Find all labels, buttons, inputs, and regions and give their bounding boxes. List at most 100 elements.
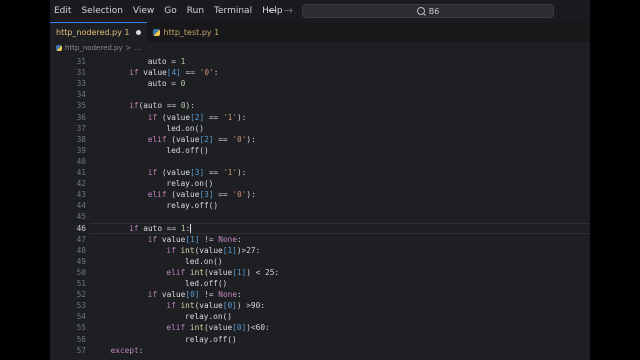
- code-line[interactable]: except:: [111, 345, 144, 356]
- code-line[interactable]: if auto == 1:: [129, 223, 192, 234]
- breadcrumb-file[interactable]: http_nodered.py: [65, 44, 123, 52]
- line-number: 42: [76, 179, 86, 189]
- code-line[interactable]: auto = 0: [148, 78, 186, 89]
- code-line[interactable]: if int(value[1])>27:: [166, 245, 260, 256]
- unsaved-dot-icon[interactable]: [135, 30, 141, 35]
- code-token: value: [143, 68, 167, 78]
- code-token: ):: [246, 134, 256, 144]
- python-file-icon: [152, 28, 160, 36]
- search-icon: [416, 7, 425, 15]
- code-token: :: [213, 68, 219, 78]
- code-token: int: [189, 323, 204, 333]
- code-line[interactable]: relay.on(): [185, 311, 232, 322]
- forward-arrow-icon[interactable]: →: [284, 4, 293, 17]
- code-token: (value: [171, 134, 200, 144]
- code-token: ==: [218, 190, 233, 200]
- code-token: )>27:: [236, 245, 261, 255]
- code-token: :: [237, 290, 242, 300]
- code-token: [0]: [222, 301, 237, 311]
- breadcrumb-separator: >: [125, 44, 132, 52]
- python-file-icon: [56, 45, 62, 51]
- code-line[interactable]: if(auto == 0):: [129, 100, 195, 111]
- line-number: 55: [76, 323, 86, 333]
- code-token: int: [180, 301, 195, 311]
- code-line[interactable]: if value[4] == '0':: [129, 67, 218, 78]
- code-token: 0: [180, 79, 186, 89]
- line-number: 54: [76, 312, 86, 322]
- menu-go[interactable]: Go: [159, 6, 181, 16]
- code-token: ==: [218, 134, 233, 144]
- tab-http-nodered[interactable]: http_nodered.py 1: [50, 22, 147, 42]
- code-token: relay.off(): [185, 334, 237, 344]
- code-token: :: [138, 345, 144, 355]
- breadcrumb: http_nodered.py > ...: [50, 42, 590, 54]
- code-token: auto: [143, 223, 167, 233]
- code-token: led.off(): [166, 145, 209, 155]
- code-token: !=: [204, 234, 219, 244]
- line-number: 31: [76, 57, 86, 66]
- code-line[interactable]: relay.off(): [185, 334, 237, 345]
- line-number: 37: [76, 123, 86, 133]
- menu-run[interactable]: Run: [182, 6, 209, 16]
- code-token: '1': [222, 112, 238, 122]
- breadcrumb-more[interactable]: ...: [135, 44, 142, 52]
- code-token: led.on(): [185, 256, 223, 266]
- code-token: '1': [222, 168, 238, 177]
- code-token: elif: [166, 267, 190, 277]
- code-token: elif: [166, 323, 190, 333]
- code-line[interactable]: led.on(): [166, 123, 204, 134]
- code-line[interactable]: relay.on(): [166, 178, 213, 189]
- code-token: (value: [171, 190, 200, 200]
- code-line[interactable]: led.off(): [185, 278, 227, 289]
- code-token: [3]: [199, 190, 219, 200]
- line-number: 31: [76, 68, 86, 78]
- code-token: [0]: [232, 323, 247, 333]
- editor-tabs: http_nodered.py 1 http_test.py 1: [50, 22, 590, 42]
- code-line[interactable]: if (value[2] == '1'):: [148, 112, 247, 123]
- code-line[interactable]: if (value[3] == '1'):: [148, 167, 247, 178]
- code-token: if: [147, 290, 162, 300]
- code-line[interactable]: if value[1] != None:: [148, 234, 242, 245]
- code-token: led.off(): [185, 279, 228, 288]
- code-token: (value: [194, 245, 223, 255]
- line-number: 57: [76, 345, 86, 355]
- code-line[interactable]: if value[0] != None:: [148, 289, 242, 300]
- code-line[interactable]: elif (value[3] == '0'):: [148, 189, 256, 200]
- command-center-search[interactable]: B6: [302, 4, 554, 18]
- line-number: 34: [76, 90, 86, 100]
- line-number: 38: [76, 134, 86, 144]
- line-number: 33: [76, 79, 86, 89]
- tab-http-test[interactable]: http_test.py 1: [147, 22, 226, 42]
- code-token: relay.off(): [166, 201, 219, 211]
- code-token: ==: [208, 168, 223, 177]
- back-arrow-icon[interactable]: ←: [268, 4, 277, 17]
- code-line[interactable]: elif (value[2] == '0'):: [148, 134, 256, 145]
- code-token: if: [147, 234, 162, 244]
- menu-selection[interactable]: Selection: [76, 6, 127, 16]
- code-line[interactable]: led.off(): [166, 145, 208, 156]
- code-editor[interactable]: 31 auto = 1 31 if value[4] == '0': 33 auto = …: [50, 54, 590, 360]
- menu-view[interactable]: View: [128, 6, 159, 16]
- code-line[interactable]: led.on(): [185, 256, 223, 267]
- code-line[interactable]: relay.off(): [166, 200, 218, 211]
- menu-terminal[interactable]: Terminal: [209, 6, 257, 16]
- code-token: value: [161, 290, 186, 300]
- code-line[interactable]: elif int(value[1]) < 25:: [166, 267, 279, 278]
- line-number: 53: [76, 301, 86, 311]
- text-cursor: [190, 224, 192, 233]
- code-token: if: [129, 223, 144, 233]
- code-token: :: [237, 234, 242, 244]
- code-line[interactable]: elif int(value[0])<60:: [166, 322, 269, 333]
- tab-label: http_test.py 1: [163, 27, 220, 37]
- vscode-window: Edit Selection View Go Run Terminal Help…: [50, 0, 590, 360]
- code-token: auto: [147, 57, 172, 66]
- code-line[interactable]: if int(value[0]) >90:: [166, 300, 265, 311]
- code-token: [3]: [190, 168, 209, 177]
- code-line[interactable]: auto = 1: [148, 56, 186, 67]
- code-token: 1: [180, 57, 186, 66]
- code-token: except: [110, 345, 139, 355]
- menu-edit[interactable]: Edit: [50, 6, 76, 16]
- code-token: (value: [194, 301, 223, 311]
- code-token: =: [171, 57, 181, 66]
- code-token: ==: [166, 101, 181, 111]
